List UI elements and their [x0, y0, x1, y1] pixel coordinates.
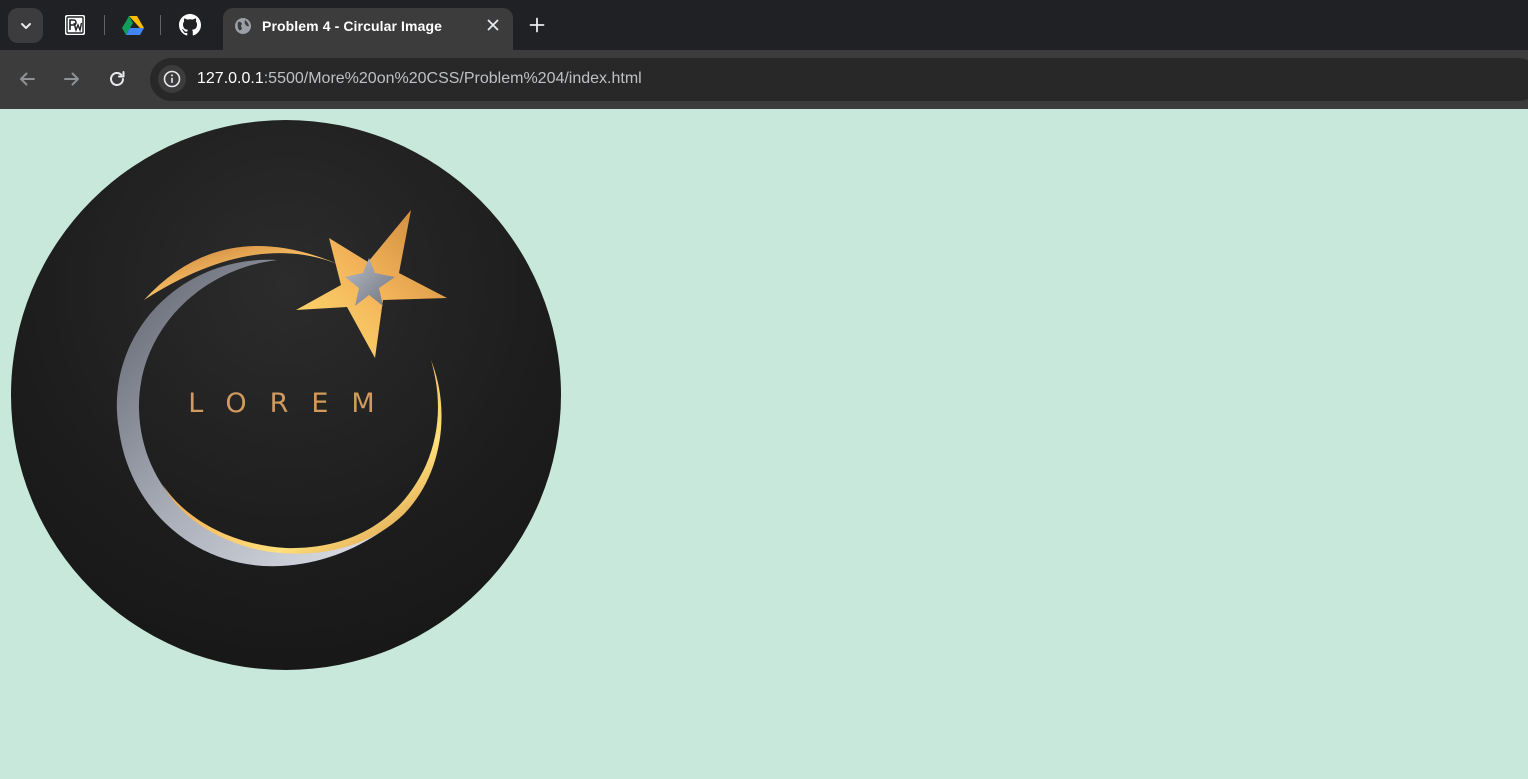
tab-title: Problem 4 - Circular Image — [262, 18, 442, 34]
globe-icon — [235, 18, 251, 34]
site-info-button[interactable] — [158, 65, 186, 93]
chevron-down-icon — [20, 22, 31, 29]
url-text[interactable]: 127.0.0.1:5500/More%20on%20CSS/Problem%2… — [197, 70, 642, 88]
arrow-right-icon — [64, 72, 79, 86]
toolbar: 127.0.0.1:5500/More%20on%20CSS/Problem%2… — [0, 50, 1528, 109]
url-path: :5500/More%20on%20CSS/Problem%204/index.… — [263, 70, 642, 87]
github-icon — [179, 14, 201, 36]
pinned-tab-drive[interactable] — [120, 12, 146, 38]
google-drive-icon — [122, 16, 144, 35]
tab-active[interactable]: Problem 4 - Circular Image — [223, 8, 513, 50]
arrow-left-icon — [20, 72, 35, 86]
url-host: 127.0.0.1 — [197, 70, 264, 87]
new-tab-button[interactable] — [525, 13, 549, 37]
reload-button[interactable] — [105, 67, 129, 91]
forward-button[interactable] — [60, 67, 84, 91]
tab-strip: Problem 4 - Circular Image — [0, 0, 1528, 50]
circular-image: LOREM — [11, 120, 561, 670]
close-icon[interactable] — [485, 17, 501, 33]
pinned-separator — [160, 15, 161, 35]
tab-search-button[interactable] — [8, 8, 43, 43]
logo-text: LOREM — [188, 388, 398, 419]
pinned-tab-github[interactable] — [177, 12, 203, 38]
back-button[interactable] — [15, 67, 39, 91]
page-viewport: LOREM — [0, 109, 1528, 779]
pinned-tab-pw[interactable] — [62, 12, 88, 38]
plus-icon — [529, 17, 545, 33]
pinned-separator — [104, 15, 105, 35]
browser-chrome: Problem 4 - Circular Image 127.0.0.1:550… — [0, 0, 1528, 109]
address-bar[interactable]: 127.0.0.1:5500/More%20on%20CSS/Problem%2… — [150, 58, 1528, 101]
reload-icon — [110, 71, 125, 86]
info-icon — [163, 70, 181, 88]
pw-logo-icon — [65, 15, 85, 35]
